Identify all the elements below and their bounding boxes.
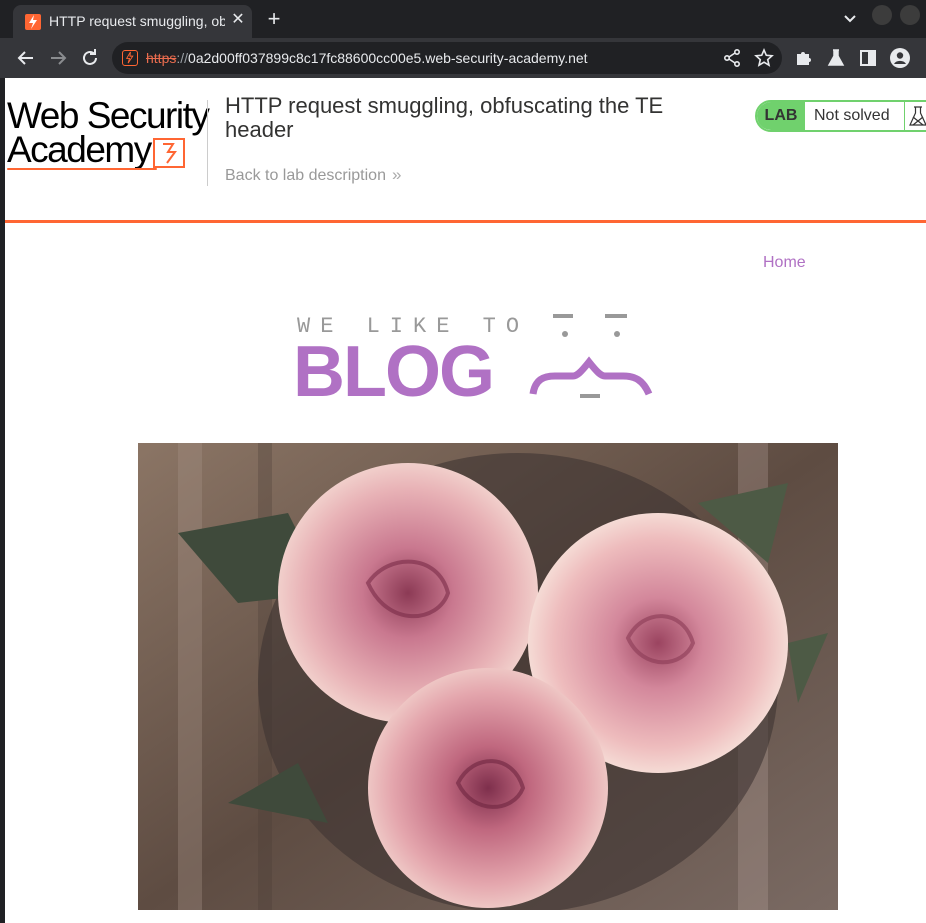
web-security-academy-logo[interactable]: Web Security Academy (7, 96, 210, 170)
logo-line2: Academy (7, 129, 152, 170)
blog-logo: WE LIKE TO BLOG (293, 310, 655, 412)
lab-flask-icon (904, 102, 926, 130)
blog-face-icon (529, 314, 653, 398)
lab-status-widget: LAB Not solved (755, 100, 926, 132)
side-panel-icon[interactable] (856, 46, 880, 70)
bookmark-star-icon[interactable] (752, 46, 776, 70)
academy-lab-header: Web Security Academy HTTP request smuggl… (5, 78, 926, 223)
share-icon[interactable] (720, 46, 744, 70)
forward-arrow-icon[interactable] (46, 46, 70, 70)
back-to-lab-description-link[interactable]: Back to lab description » (225, 165, 401, 186)
url-text: https://0a2d00ff037899c8c17fc88600cc00e5… (146, 50, 588, 66)
header-divider (207, 100, 208, 186)
labs-flask-icon[interactable] (824, 46, 848, 70)
lab-title: HTTP request smuggling, obfuscating the … (225, 93, 664, 142)
address-bar[interactable]: https://0a2d00ff037899c8c17fc88600cc00e5… (112, 42, 782, 74)
back-arrow-icon[interactable] (14, 46, 38, 70)
blog-hero-image (138, 443, 838, 910)
logo-underline (7, 168, 157, 170)
back-link-label: Back to lab description (225, 167, 386, 184)
lab-status-text: Not solved (814, 107, 890, 124)
logo-lightning-icon (153, 138, 185, 168)
maximize-button[interactable] (900, 5, 920, 25)
double-chevron-right-icon: » (391, 165, 402, 184)
web-page: Web Security Academy HTTP request smuggl… (5, 78, 926, 923)
tab-strip: HTTP request smuggling, obfuscating the … (0, 0, 926, 38)
url-scheme: https (146, 50, 177, 66)
blog-word: BLOG (293, 332, 495, 412)
new-tab-button[interactable]: + (262, 8, 286, 32)
tab-title: HTTP request smuggling, obfuscating the … (49, 13, 225, 29)
reload-icon[interactable] (78, 46, 102, 70)
browser-tab[interactable]: HTTP request smuggling, obfuscating the … (13, 5, 252, 38)
lab-badge: LAB (757, 102, 805, 130)
url-host: 0a2d00ff037899c8c17fc88600cc00e5.web-sec… (188, 50, 588, 66)
url-separator: :// (176, 50, 189, 66)
profile-avatar-icon[interactable] (888, 46, 912, 70)
browser-toolbar: https://0a2d00ff037899c8c17fc88600cc00e5… (0, 38, 926, 78)
extensions-puzzle-icon[interactable] (792, 46, 816, 70)
chevron-down-icon[interactable] (840, 10, 860, 28)
portswigger-lightning-icon (25, 14, 41, 30)
minimize-button[interactable] (872, 5, 892, 25)
site-lightning-icon (122, 50, 138, 66)
home-link[interactable]: Home (763, 254, 806, 272)
close-icon[interactable]: ✕ (229, 11, 247, 29)
